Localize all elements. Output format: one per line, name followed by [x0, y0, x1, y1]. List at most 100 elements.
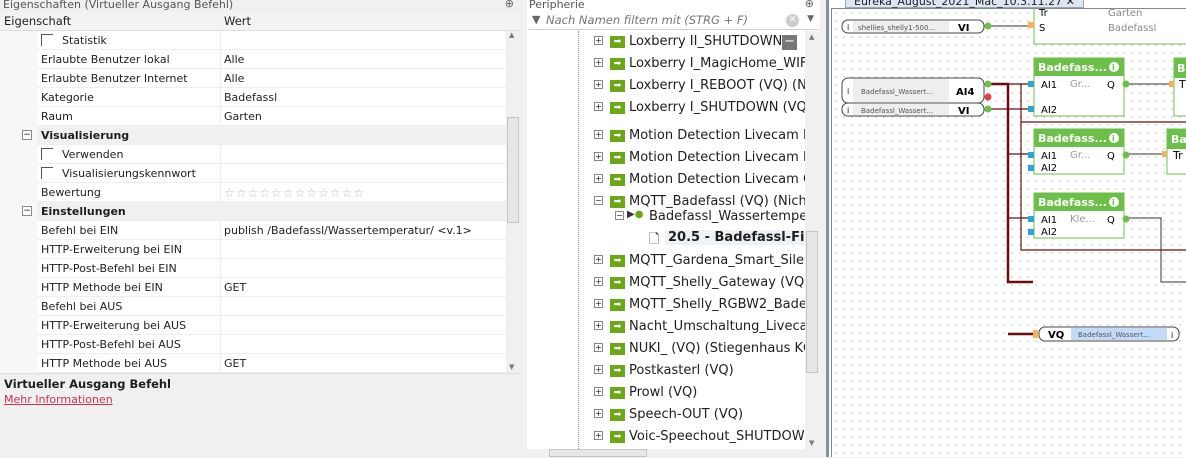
tree-item[interactable]: + ➡ MQTT_Shelly_Gateway (VQ): [527, 275, 805, 297]
expand-icon[interactable]: +: [594, 58, 603, 67]
collapse-icon[interactable]: −: [22, 206, 32, 216]
expand-icon[interactable]: +: [594, 130, 603, 139]
property-row[interactable]: Statistik: [0, 31, 506, 50]
logic-block[interactable]: Badefass... i AI1 AI2 Gr... Q: [1028, 128, 1130, 175]
property-value[interactable]: GET: [220, 278, 506, 297]
expand-icon[interactable]: +: [594, 343, 603, 352]
expand-icon[interactable]: +: [594, 36, 603, 45]
tree-item[interactable]: + ➡ Motion Detection Livecam G: [527, 172, 805, 194]
property-value[interactable]: Alle: [220, 69, 506, 88]
expand-icon[interactable]: +: [594, 152, 603, 161]
expand-icon[interactable]: +: [594, 431, 603, 440]
property-row[interactable]: Erlaubte Benutzer Internet Alle: [0, 69, 506, 88]
property-row[interactable]: HTTP-Post-Befehl bei EIN: [0, 259, 506, 278]
property-value[interactable]: [220, 145, 506, 164]
scroll-down-icon[interactable]: ▼: [509, 363, 514, 371]
expand-icon[interactable]: +: [594, 102, 603, 111]
more-info-link[interactable]: Mehr Informationen: [4, 393, 516, 406]
input-wassertemp-vi[interactable]: i Badefassl_Wassert... VI: [841, 102, 992, 117]
tree-item[interactable]: + ➡ MQTT_Shelly_RGBW2_Badef: [527, 297, 805, 319]
clear-icon[interactable]: ✕: [786, 14, 799, 27]
right-block-1[interactable]: Ba T: [1169, 57, 1186, 117]
property-row[interactable]: Raum Garten: [0, 107, 506, 126]
expand-icon[interactable]: +: [594, 80, 603, 89]
property-row[interactable]: Erlaubte Benutzer lokal Alle: [0, 50, 506, 69]
tree-item[interactable]: + ➡ Prowl (VQ): [527, 385, 805, 407]
property-row[interactable]: Befehl bei EIN publish /Badefassl/Wassert…: [0, 221, 506, 240]
tree-item[interactable]: + ➡ Loxberry I_MagicHome_WIF: [527, 56, 805, 78]
property-value[interactable]: publish /Badefassl/Wassertemperatur/ <v.…: [220, 221, 506, 240]
property-row[interactable]: HTTP Methode bei AUS GET: [0, 354, 506, 373]
logic-block[interactable]: Badefass... i AI1 AI2 Gr... Q: [1028, 57, 1130, 117]
tree-item[interactable]: + ➡ Loxberry II_SHUTDOWN −: [527, 34, 805, 56]
collapse-icon[interactable]: −: [22, 130, 32, 140]
checkbox[interactable]: [41, 167, 53, 179]
property-row[interactable]: Befehl bei AUS: [0, 297, 506, 316]
tree-item[interactable]: − ▶● Badefassl_Wassertemper: [527, 209, 805, 231]
properties-scrollbar[interactable]: ▲ ▼: [506, 31, 520, 373]
tab-diagram[interactable]: Eureka_August_2021_Mac_10.3.11.27 ✕: [845, 0, 1084, 8]
pin-icon[interactable]: ⊕: [805, 0, 814, 10]
expand-icon[interactable]: +: [594, 387, 603, 396]
input-wassertemp-ai4[interactable]: i Badefassl_Wassert... AI4: [841, 77, 992, 104]
property-row[interactable]: Visualisierungskennwort: [0, 164, 506, 183]
property-value[interactable]: Garten: [220, 107, 506, 126]
scroll-thumb[interactable]: [549, 449, 647, 457]
property-row[interactable]: Kategorie Badefassl: [0, 88, 506, 107]
pin-icon[interactable]: ⊕: [505, 0, 514, 10]
tree-item[interactable]: + ➡ Motion Detection Livecam E: [527, 150, 805, 172]
right-block-2[interactable]: Bad Tr: [1162, 128, 1186, 175]
property-value[interactable]: [220, 164, 506, 183]
property-value[interactable]: Badefassl: [220, 88, 506, 107]
expand-icon[interactable]: +: [594, 255, 603, 264]
expand-icon[interactable]: +: [594, 321, 603, 330]
tree-item[interactable]: + ➡ Loxberry I_REBOOT (VQ) (Ni: [527, 78, 805, 100]
property-row[interactable]: HTTP-Erweiterung bei EIN: [0, 240, 506, 259]
tree-item[interactable]: + ➡ Loxberry I_SHUTDOWN (VQ: [527, 100, 805, 122]
checkbox[interactable]: [41, 34, 53, 46]
filter-input[interactable]: [546, 13, 781, 27]
tree-item[interactable]: + ➡ NUKI_ (VQ) (Stiegenhaus KG: [527, 341, 805, 363]
property-value[interactable]: [220, 297, 506, 316]
diagram-canvas[interactable]: Tr S Garten Badefassl i shellies_shelly1…: [831, 8, 1186, 457]
chevron-down-icon[interactable]: ▼: [807, 14, 814, 24]
expand-icon[interactable]: +: [594, 277, 603, 286]
top-block[interactable]: Tr S Garten Badefassl: [1028, 9, 1186, 45]
property-row[interactable]: HTTP Methode bei EIN GET: [0, 278, 506, 297]
property-value[interactable]: [220, 335, 506, 354]
minus-icon[interactable]: −: [782, 35, 797, 50]
property-row[interactable]: Bewertung ☆☆☆☆☆☆☆☆☆☆☆☆: [0, 183, 506, 202]
tree-item[interactable]: 🗋 20.5 - Badefassl-Filt: [527, 230, 805, 252]
close-icon[interactable]: ✕: [1066, 0, 1075, 8]
scroll-thumb[interactable]: [507, 117, 519, 223]
collapse-icon[interactable]: −: [594, 196, 603, 205]
tree-item[interactable]: + ➡ Nacht_Umschaltung_Livecar: [527, 319, 805, 341]
checkbox[interactable]: [41, 148, 53, 160]
scroll-up-icon[interactable]: ▲: [509, 31, 514, 39]
property-value[interactable]: [220, 316, 506, 335]
property-category[interactable]: − Einstellungen: [0, 202, 506, 221]
tree-scrollbar[interactable]: ▲ ▼: [805, 31, 820, 449]
tree-item[interactable]: + ➡ Speech-OUT (VQ): [527, 407, 805, 429]
scroll-thumb[interactable]: [806, 231, 818, 373]
scroll-down-icon[interactable]: ▼: [809, 439, 814, 447]
input-shellies[interactable]: i shellies_shelly1-500... VI: [841, 19, 992, 34]
property-value[interactable]: Alle: [220, 50, 506, 69]
property-value[interactable]: [220, 31, 506, 50]
expand-icon[interactable]: +: [594, 299, 603, 308]
property-category[interactable]: − Visualisierung: [0, 126, 506, 145]
property-row[interactable]: HTTP-Post-Befehl bei AUS: [0, 335, 506, 354]
tree-item[interactable]: + ➡ Postkasterl (VQ): [527, 363, 805, 385]
property-value[interactable]: [220, 240, 506, 259]
expand-icon[interactable]: +: [594, 409, 603, 418]
output-vq[interactable]: VQ Badefassl_Wassert... i: [1033, 326, 1180, 342]
property-value[interactable]: [220, 259, 506, 278]
expand-icon[interactable]: +: [594, 365, 603, 374]
tree-item[interactable]: + ➡ MQTT_Gardena_Smart_Silen: [527, 253, 805, 275]
expand-icon[interactable]: +: [594, 174, 603, 183]
property-value[interactable]: GET: [220, 354, 506, 373]
property-row[interactable]: Verwenden: [0, 145, 506, 164]
tree-item[interactable]: + ➡ Voic-Speechout_SHUTDOW: [527, 429, 805, 449]
logic-block[interactable]: Badefass... i AI1 AI2 Kle... Q: [1028, 192, 1130, 239]
scroll-up-icon[interactable]: ▲: [809, 33, 814, 41]
